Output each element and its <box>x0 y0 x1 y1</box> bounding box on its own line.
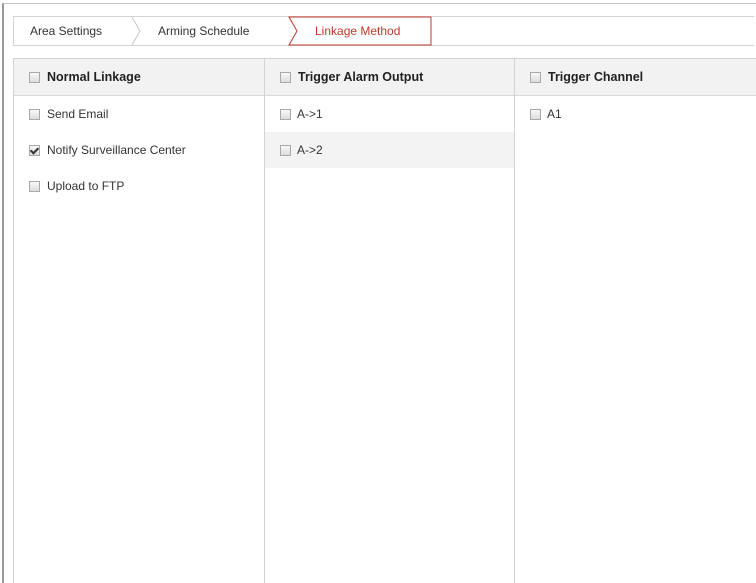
tab-linkage-method-label: Linkage Method <box>315 24 401 38</box>
send-email-checkbox[interactable] <box>29 108 40 120</box>
notify-surveillance-center-checkbox[interactable] <box>29 144 40 156</box>
list-item: A1 <box>515 96 756 132</box>
tab-separator-icon <box>131 17 141 45</box>
channel-a1-checkbox[interactable] <box>530 108 541 120</box>
normal-linkage-header: Normal Linkage <box>14 59 264 96</box>
tab-area-settings-label: Area Settings <box>30 24 103 38</box>
list-item: A->1 <box>265 96 514 132</box>
tab-bar: Area Settings Arming Schedule Linkage Me… <box>13 16 754 46</box>
trigger-alarm-output-header-label: Trigger Alarm Output <box>298 70 424 84</box>
alarm-output-a2-label: A->2 <box>297 143 323 157</box>
channel-a1-label: A1 <box>547 107 562 121</box>
trigger-alarm-output-column: Trigger Alarm Output A->1 A->2 <box>265 59 515 583</box>
alarm-output-a1-label: A->1 <box>297 107 323 121</box>
tab-linkage-method[interactable]: Linkage Method <box>288 16 432 46</box>
alarm-output-a1-checkbox[interactable] <box>280 108 291 120</box>
list-item: Notify Surveillance Center <box>14 132 264 168</box>
trigger-channel-column: Trigger Channel A1 <box>515 59 756 583</box>
upload-to-ftp-checkbox[interactable] <box>29 180 40 192</box>
upload-to-ftp-label: Upload to FTP <box>47 179 125 193</box>
list-item: Upload to FTP <box>14 168 264 204</box>
list-item: Send Email <box>14 96 264 132</box>
tab-area-settings[interactable]: Area Settings <box>30 17 102 45</box>
send-email-label: Send Email <box>47 107 109 121</box>
normal-linkage-header-label: Normal Linkage <box>47 70 141 84</box>
trigger-channel-header-label: Trigger Channel <box>548 70 644 84</box>
normal-linkage-column: Normal Linkage Send Email Notify Surveil… <box>14 59 265 583</box>
trigger-channel-select-all-checkbox[interactable] <box>530 71 541 83</box>
tab-arming-schedule[interactable]: Arming Schedule <box>158 17 249 45</box>
tab-arming-schedule-label: Arming Schedule <box>158 24 250 38</box>
linkage-panel: Normal Linkage Send Email Notify Surveil… <box>13 58 756 583</box>
normal-linkage-select-all-checkbox[interactable] <box>29 71 40 83</box>
trigger-channel-header: Trigger Channel <box>515 59 756 96</box>
alarm-output-a2-checkbox[interactable] <box>280 144 291 156</box>
notify-surveillance-center-label: Notify Surveillance Center <box>47 143 186 157</box>
trigger-alarm-output-header: Trigger Alarm Output <box>265 59 514 96</box>
list-item: A->2 <box>265 132 514 168</box>
trigger-alarm-output-select-all-checkbox[interactable] <box>280 71 291 83</box>
